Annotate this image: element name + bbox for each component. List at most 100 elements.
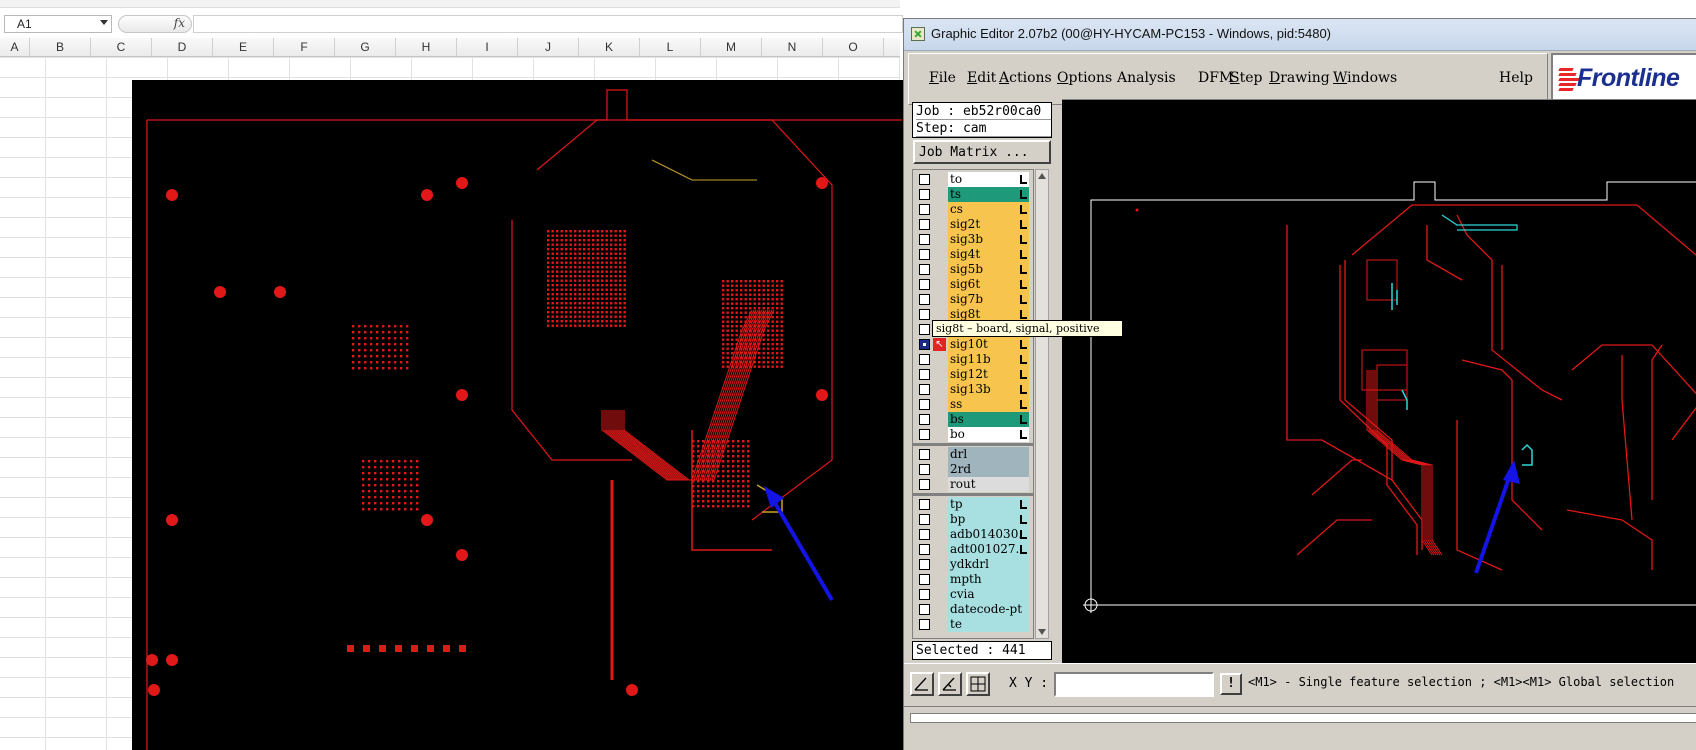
layer-name[interactable]: sig12t xyxy=(948,367,1029,382)
layer-checkbox[interactable] xyxy=(919,204,930,215)
layer-checkbox[interactable] xyxy=(919,499,930,510)
column-header-m[interactable]: M xyxy=(701,38,762,57)
layer-list-scrollbar[interactable] xyxy=(1035,169,1049,639)
layer-checkbox[interactable] xyxy=(919,544,930,555)
layer-checkbox[interactable] xyxy=(919,174,930,185)
layer-checkbox[interactable] xyxy=(919,414,930,425)
layer-row-sig5b[interactable]: sig5b xyxy=(913,262,1033,277)
layer-row-rout[interactable]: rout xyxy=(913,477,1033,492)
title-bar[interactable]: Graphic Editor 2.07b2 (00@HY-HYCAM-PC153… xyxy=(904,19,1696,51)
layer-row-te[interactable]: te xyxy=(913,617,1033,632)
layer-row-ts[interactable]: ts xyxy=(913,187,1033,202)
layer-row-bp[interactable]: bp xyxy=(913,512,1033,527)
layer-checkbox[interactable] xyxy=(919,354,930,365)
layer-checkbox[interactable] xyxy=(919,279,930,290)
layer-name[interactable]: to xyxy=(948,172,1029,187)
layer-row-adt001027[interactable]: adt001027. xyxy=(913,542,1033,557)
chevron-down-icon[interactable] xyxy=(100,20,108,25)
layer-name[interactable]: sig13b xyxy=(948,382,1029,397)
layer-name[interactable]: mpth xyxy=(948,572,1029,587)
snap-tool-button[interactable] xyxy=(938,672,962,696)
column-header-g[interactable]: G xyxy=(335,38,396,57)
menu-step[interactable]: Step xyxy=(1230,70,1262,86)
layer-name[interactable]: ydkdrl xyxy=(948,557,1029,572)
layer-checkbox[interactable] xyxy=(919,399,930,410)
column-header-d[interactable]: D xyxy=(152,38,213,57)
menu-file[interactable]: File xyxy=(929,70,956,86)
layer-checkbox[interactable] xyxy=(919,589,930,600)
layer-checkbox[interactable] xyxy=(919,619,930,630)
pasted-pcb-image[interactable] xyxy=(132,80,912,750)
layer-name[interactable]: bp xyxy=(948,512,1029,527)
menu-help[interactable]: Help xyxy=(1499,70,1533,86)
layer-name[interactable]: te xyxy=(948,617,1029,632)
menu-edit[interactable]: Edit xyxy=(967,70,996,86)
layer-checkbox[interactable] xyxy=(919,429,930,440)
column-header-o[interactable]: O xyxy=(823,38,884,57)
layer-name[interactable]: adt001027. xyxy=(948,542,1029,557)
layer-checkbox[interactable] xyxy=(919,384,930,395)
column-header-j[interactable]: J xyxy=(518,38,579,57)
layer-checkbox[interactable] xyxy=(919,234,930,245)
layer-row-bs[interactable]: bs xyxy=(913,412,1033,427)
menu-drawing[interactable]: Drawing xyxy=(1269,70,1330,86)
layer-name[interactable]: ss xyxy=(948,397,1029,412)
column-header-l[interactable]: L xyxy=(640,38,701,57)
name-box[interactable]: A1 xyxy=(4,15,112,33)
column-header-h[interactable]: H xyxy=(396,38,457,57)
layer-checkbox[interactable] xyxy=(919,294,930,305)
layer-name[interactable]: ts xyxy=(948,187,1029,202)
layer-checkbox[interactable] xyxy=(919,219,930,230)
layer-name[interactable]: sig2t xyxy=(948,217,1029,232)
layer-name[interactable]: sig3b xyxy=(948,232,1029,247)
column-header-e[interactable]: E xyxy=(213,38,274,57)
layer-name[interactable]: cvia xyxy=(948,587,1029,602)
menu-actions[interactable]: Actions xyxy=(999,70,1052,86)
layer-row-tp[interactable]: tp xyxy=(913,497,1033,512)
menu-dfm[interactable]: DFM xyxy=(1198,70,1233,86)
layer-checkbox[interactable] xyxy=(919,249,930,260)
column-header-n[interactable]: N xyxy=(762,38,823,57)
layer-name[interactable]: bo xyxy=(948,427,1029,442)
layer-name[interactable]: sig11b xyxy=(948,352,1029,367)
layer-name[interactable]: bs xyxy=(948,412,1029,427)
layer-row-mpth[interactable]: mpth xyxy=(913,572,1033,587)
layer-name[interactable]: drl xyxy=(948,447,1029,462)
menu-analysis[interactable]: Analysis xyxy=(1117,70,1176,86)
layer-checkbox[interactable] xyxy=(919,464,930,475)
layer-row-ss[interactable]: ss xyxy=(913,397,1033,412)
column-header-c[interactable]: C xyxy=(91,38,152,57)
layer-checkbox[interactable] xyxy=(919,529,930,540)
layer-name[interactable]: rout xyxy=(948,477,1029,492)
menu-windows[interactable]: Windows xyxy=(1333,70,1397,86)
layer-row-bo[interactable]: bo xyxy=(913,427,1033,442)
grid-tool-button[interactable] xyxy=(966,672,990,696)
layer-checkbox[interactable] xyxy=(919,479,930,490)
layer-checkbox[interactable] xyxy=(919,369,930,380)
layer-name[interactable]: sig4t xyxy=(948,247,1029,262)
layer-row-sig12t[interactable]: sig12t xyxy=(913,367,1033,382)
layer-row-datecodept[interactable]: datecode-pt xyxy=(913,602,1033,617)
layer-name[interactable]: cs xyxy=(948,202,1029,217)
layer-row-sig6t[interactable]: sig6t xyxy=(913,277,1033,292)
layer-checkbox[interactable] xyxy=(919,189,930,200)
layer-name[interactable]: sig6t xyxy=(948,277,1029,292)
column-header-k[interactable]: K xyxy=(579,38,640,57)
layer-row-sig11b[interactable]: sig11b xyxy=(913,352,1033,367)
layer-row-sig4t[interactable]: sig4t xyxy=(913,247,1033,262)
layer-row-sig13b[interactable]: sig13b xyxy=(913,382,1033,397)
layer-checkbox[interactable] xyxy=(919,574,930,585)
layer-row-cvia[interactable]: cvia xyxy=(913,587,1033,602)
scroll-down-icon[interactable] xyxy=(1038,629,1046,635)
layer-row-ydkdrl[interactable]: ydkdrl xyxy=(913,557,1033,572)
layer-checkbox[interactable] xyxy=(919,339,930,350)
menu-options[interactable]: Options xyxy=(1057,70,1112,86)
layer-name[interactable]: tp xyxy=(948,497,1029,512)
layer-row-sig7b[interactable]: sig7b xyxy=(913,292,1033,307)
layer-row-to[interactable]: to xyxy=(913,172,1033,187)
layer-checkbox[interactable] xyxy=(919,324,930,335)
layer-row-cs[interactable]: cs xyxy=(913,202,1033,217)
job-matrix-button[interactable]: Job Matrix ... xyxy=(913,140,1051,164)
layer-name[interactable]: datecode-pt xyxy=(948,602,1029,617)
layer-name[interactable]: 2rd xyxy=(948,462,1029,477)
